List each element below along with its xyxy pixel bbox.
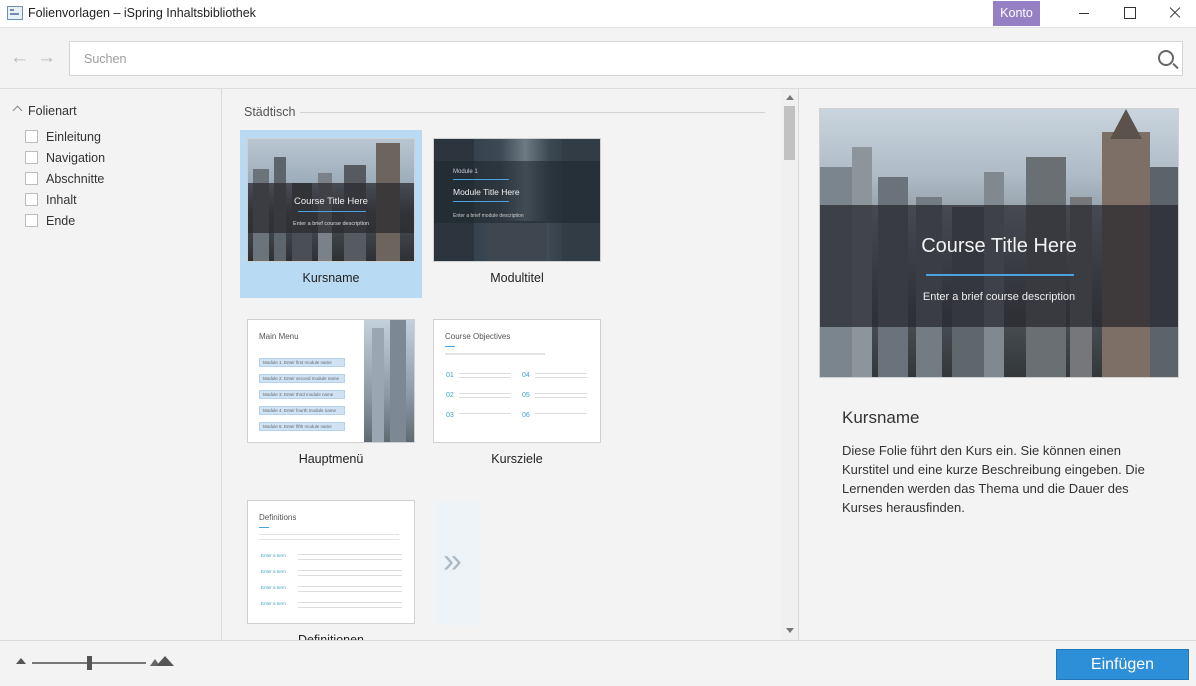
search-box <box>69 41 1183 76</box>
tile-label: Hauptmenü <box>298 452 364 466</box>
filter-item-label: Abschnitte <box>46 172 105 186</box>
gallery-scrollbar[interactable] <box>781 89 798 640</box>
template-tile-definitionen[interactable]: Definitions Enter a term Enter a term En… <box>240 492 422 660</box>
filter-item-abschnitte[interactable]: Abschnitte <box>25 172 104 188</box>
filter-item-einleitung[interactable]: Einleitung <box>25 130 101 146</box>
back-arrow-icon[interactable]: ← <box>10 48 29 67</box>
template-tile-hauptmenue[interactable]: Main Menu Module 1. Enter first module n… <box>240 311 422 479</box>
section-divider <box>300 112 765 113</box>
thumb-kicker: Module 1 <box>453 169 478 175</box>
section-label: Städtisch <box>244 105 296 119</box>
more-templates-button[interactable]: » <box>434 501 480 625</box>
template-thumbnail: Main Menu Module 1. Enter first module n… <box>247 319 415 443</box>
bottom-bar <box>0 640 1196 686</box>
search-input[interactable] <box>70 42 1140 75</box>
scroll-thumb[interactable] <box>784 106 795 160</box>
thumb-subtitle: Enter a brief course description <box>292 221 370 227</box>
template-tile-kursname[interactable]: Course Title Here Enter a brief course d… <box>240 130 422 298</box>
checkbox[interactable] <box>25 130 38 144</box>
zoom-slider-thumb[interactable] <box>87 656 92 670</box>
title-bar: Folienvorlagen – iSpring Inhaltsbiblioth… <box>0 0 1196 28</box>
thumb-title: Course Title Here <box>294 196 368 207</box>
template-thumbnail: Definitions Enter a term Enter a term En… <box>247 500 415 624</box>
thumb-title: Definitions <box>259 513 297 522</box>
tile-label: Modultitel <box>490 271 544 285</box>
window-title: Folienvorlagen – iSpring Inhaltsbiblioth… <box>28 6 256 20</box>
search-icon[interactable] <box>1158 50 1174 66</box>
checkbox[interactable] <box>25 172 38 186</box>
template-tile-modultitel[interactable]: Module 1 Module Title Here Enter a brief… <box>426 130 608 298</box>
filter-item-inhalt[interactable]: Inhalt <box>25 193 77 209</box>
filter-item-label: Einleitung <box>46 130 101 144</box>
scroll-down-icon[interactable] <box>786 628 794 633</box>
maximize-icon[interactable] <box>1106 0 1152 26</box>
zoom-in-icon[interactable] <box>150 656 174 667</box>
checkbox[interactable] <box>25 193 38 207</box>
app-icon <box>7 6 23 20</box>
zoom-out-icon[interactable] <box>16 658 26 664</box>
filter-item-ende[interactable]: Ende <box>25 214 75 230</box>
forward-arrow-icon[interactable]: → <box>37 48 56 67</box>
template-thumbnail: Module 1 Module Title Here Enter a brief… <box>433 138 601 262</box>
thumb-title: Main Menu <box>259 332 299 341</box>
filter-item-label: Ende <box>46 214 76 228</box>
scroll-up-icon[interactable] <box>786 95 794 100</box>
tile-label: Definitionen <box>297 633 364 640</box>
thumb-subtitle: Enter a brief module description <box>453 213 524 219</box>
thumb-title: Course Objectives <box>445 332 511 341</box>
template-thumbnail: Course Objectives 01 02 03 04 05 06 <box>433 319 601 443</box>
preview-title: Course Title Here <box>921 235 1077 257</box>
minimize-icon[interactable] <box>1060 0 1106 26</box>
tile-label: Kursziele <box>491 452 543 466</box>
checkbox[interactable] <box>25 214 38 228</box>
checkbox[interactable] <box>25 151 38 165</box>
account-button[interactable]: Konto <box>993 1 1040 26</box>
chevron-up-icon <box>12 105 23 116</box>
filter-item-label: Inhalt <box>46 193 77 207</box>
filter-heading-label: Folienart <box>28 104 77 118</box>
preview-name: Kursname <box>842 408 920 427</box>
close-icon[interactable] <box>1152 0 1196 26</box>
preview-image: Course Title Here Enter a brief course d… <box>819 108 1179 378</box>
preview-description: Diese Folie führt den Kurs ein. Sie könn… <box>842 443 1145 515</box>
insert-button[interactable]: Einfügen <box>1056 649 1189 680</box>
thumb-title: Module Title Here <box>453 187 520 197</box>
double-chevron-right-icon: » <box>443 542 462 580</box>
template-thumbnail: Course Title Here Enter a brief course d… <box>247 138 415 262</box>
tile-label: Kursname <box>302 271 360 285</box>
filter-item-label: Navigation <box>46 151 106 165</box>
filter-item-navigation[interactable]: Navigation <box>25 151 105 167</box>
template-tile-kursziele[interactable]: Course Objectives 01 02 03 04 05 06 Kurs… <box>426 311 608 479</box>
filter-heading[interactable]: Folienart <box>12 104 77 118</box>
preview-subtitle: Enter a brief course description <box>922 291 1076 303</box>
